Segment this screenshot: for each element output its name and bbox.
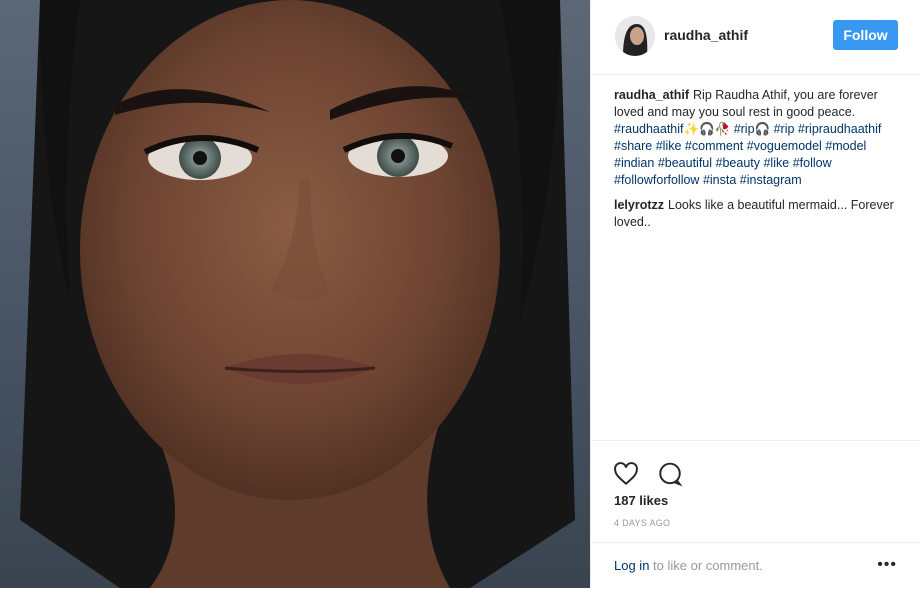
post-timestamp: 4 DAYS AGO — [614, 518, 671, 528]
post-photo[interactable] — [0, 0, 590, 588]
actions-section: 187 likes 4 DAYS AGO Log in to like or c… — [591, 440, 920, 588]
hashtag-link[interactable]: #comment — [685, 139, 743, 153]
portrait-image — [0, 0, 590, 588]
hashtag-link[interactable]: #rip🎧 — [734, 122, 770, 136]
comment-username[interactable]: lelyrotzz — [614, 198, 664, 212]
login-link[interactable]: Log in — [614, 558, 649, 573]
hashtag-link[interactable]: #follow — [793, 156, 832, 170]
hashtag-link[interactable]: #like — [763, 156, 789, 170]
hashtag-link[interactable]: #like — [656, 139, 682, 153]
post-sidebar: raudha_athif Follow raudha_athif Rip Raud… — [590, 0, 920, 588]
instagram-post: raudha_athif Follow raudha_athif Rip Raud… — [0, 0, 920, 588]
caption-username[interactable]: raudha_athif — [614, 88, 689, 102]
comment-bubble-icon[interactable] — [657, 461, 683, 487]
hashtag-link[interactable]: #indian — [614, 156, 654, 170]
caption: raudha_athif Rip Raudha Athif, you are fo… — [614, 87, 904, 189]
comment: lelyrotzz Looks like a beautiful mermaid.… — [614, 197, 904, 231]
hashtag-link[interactable]: #raudhaathif✨🎧🥀 — [614, 122, 730, 136]
post-footer: Log in to like or comment. ••• — [591, 542, 920, 589]
follow-button[interactable]: Follow — [833, 20, 898, 50]
hashtag-link[interactable]: #beautiful — [658, 156, 712, 170]
hashtag-link[interactable]: #beauty — [716, 156, 760, 170]
hashtag-link[interactable]: #instagram — [740, 173, 802, 187]
comments-section: raudha_athif Rip Raudha Athif, you are fo… — [614, 87, 904, 239]
hashtag-link[interactable]: #followforfollow — [614, 173, 699, 187]
header-username[interactable]: raudha_athif — [664, 27, 748, 43]
hashtag-link[interactable]: #insta — [703, 173, 736, 187]
hashtag-link[interactable]: #voguemodel — [747, 139, 822, 153]
avatar-image — [615, 16, 655, 56]
hashtag-link[interactable]: #rip — [774, 122, 795, 136]
likes-count[interactable]: 187 likes — [614, 493, 668, 508]
action-icons — [613, 461, 683, 487]
post-header: raudha_athif Follow — [591, 0, 920, 75]
avatar[interactable] — [615, 16, 655, 56]
hashtag-link[interactable]: #share — [614, 139, 652, 153]
hashtag-link[interactable]: #ripraudhaathif — [798, 122, 881, 136]
more-options-icon[interactable]: ••• — [877, 556, 897, 574]
hashtag-link[interactable]: #model — [825, 139, 866, 153]
login-prompt: Log in to like or comment. — [614, 558, 763, 573]
caption-hashtags: #raudhaathif✨🎧🥀 #rip🎧 #rip #ripraudhaath… — [614, 122, 881, 187]
login-suffix: to like or comment. — [649, 558, 763, 573]
heart-outline-icon[interactable] — [613, 461, 639, 487]
